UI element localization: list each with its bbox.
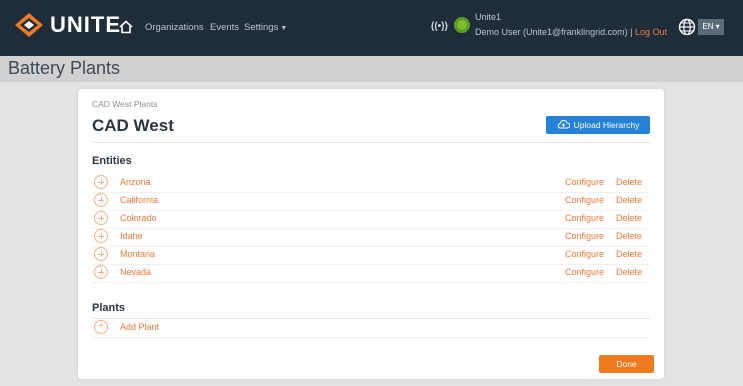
entity-label[interactable]: California xyxy=(120,195,158,205)
chevron-down-icon: ▼ xyxy=(280,25,288,32)
entities-section-title: Entities xyxy=(92,155,132,167)
move-handle-icon[interactable] xyxy=(94,265,108,279)
entity-row-california: California Configure Delete xyxy=(92,192,650,211)
nav-settings-label: Settings xyxy=(244,22,279,33)
configure-link[interactable]: Configure xyxy=(565,231,604,241)
globe-icon[interactable] xyxy=(678,18,696,36)
entity-row-idaho: Idaho Configure Delete xyxy=(92,228,650,247)
language-selector[interactable]: EN ▾ xyxy=(698,19,724,35)
brand-name: UNITE xyxy=(50,12,121,37)
nav-settings-dropdown[interactable]: Settings ▼ xyxy=(244,22,287,33)
connection-signal-icon: ((•)) xyxy=(431,21,448,32)
user-email-text: Demo User (Unite1@franklingrid.com) | xyxy=(475,27,633,37)
page-title: Battery Plants xyxy=(8,58,121,78)
entity-label[interactable]: Nevada xyxy=(120,267,151,277)
user-info: Demo User (Unite1@franklingrid.com) | Lo… xyxy=(475,27,667,37)
delete-link[interactable]: Delete xyxy=(616,177,642,187)
configure-link[interactable]: Configure xyxy=(565,195,604,205)
card-title: CAD West xyxy=(92,116,174,135)
done-button[interactable]: Done xyxy=(599,355,654,373)
cloud-upload-icon xyxy=(557,117,570,135)
entity-label[interactable]: Idaho xyxy=(120,231,143,241)
top-navigation-bar: UNITE Organizations Events Settings ▼ ((•… xyxy=(0,0,743,56)
entity-label[interactable]: Colorado xyxy=(120,213,157,223)
move-handle-icon[interactable] xyxy=(94,229,108,243)
upload-hierarchy-button[interactable]: Upload Hierarchy xyxy=(546,116,650,134)
home-icon[interactable] xyxy=(118,19,134,35)
move-handle-icon[interactable] xyxy=(94,175,108,189)
logo-diamond-icon xyxy=(14,12,44,38)
divider xyxy=(92,142,650,143)
entity-row-montana: Montana Configure Delete xyxy=(92,246,650,265)
breadcrumb: CAD West Plants xyxy=(92,99,158,109)
plants-section-title: Plants xyxy=(92,302,126,314)
delete-link[interactable]: Delete xyxy=(616,267,642,277)
entity-label[interactable]: Arizona xyxy=(120,177,151,187)
configure-link[interactable]: Configure xyxy=(565,177,604,187)
move-handle-icon[interactable] xyxy=(94,211,108,225)
move-handle-icon[interactable] xyxy=(94,193,108,207)
move-handle-icon[interactable] xyxy=(94,247,108,261)
hierarchy-card: CAD West Plants CAD West Upload Hierarch… xyxy=(78,89,664,379)
delete-link[interactable]: Delete xyxy=(616,249,642,259)
add-plant-label[interactable]: Add Plant xyxy=(120,322,159,332)
delete-link[interactable]: Delete xyxy=(616,231,642,241)
plus-circle-icon[interactable]: + xyxy=(94,320,108,334)
language-label: EN xyxy=(702,22,714,31)
upload-hierarchy-label: Upload Hierarchy xyxy=(573,120,640,130)
entity-row-arizona: Arizona Configure Delete xyxy=(92,174,650,193)
add-plant-row[interactable]: + Add Plant xyxy=(92,319,650,338)
configure-link[interactable]: Configure xyxy=(565,267,604,277)
delete-link[interactable]: Delete xyxy=(616,213,642,223)
nav-organizations[interactable]: Organizations xyxy=(145,22,204,33)
entity-row-nevada: Nevada Configure Delete xyxy=(92,264,650,283)
entity-row-colorado: Colorado Configure Delete xyxy=(92,210,650,229)
status-indicator-icon xyxy=(454,17,470,33)
user-account-name: Unite1 xyxy=(475,12,502,22)
configure-link[interactable]: Configure xyxy=(565,213,604,223)
delete-link[interactable]: Delete xyxy=(616,195,642,205)
entity-label[interactable]: Montana xyxy=(120,249,155,259)
logout-link[interactable]: Log Out xyxy=(635,27,667,37)
unite-logo[interactable]: UNITE xyxy=(14,12,121,38)
configure-link[interactable]: Configure xyxy=(565,249,604,259)
nav-events[interactable]: Events xyxy=(210,22,239,33)
